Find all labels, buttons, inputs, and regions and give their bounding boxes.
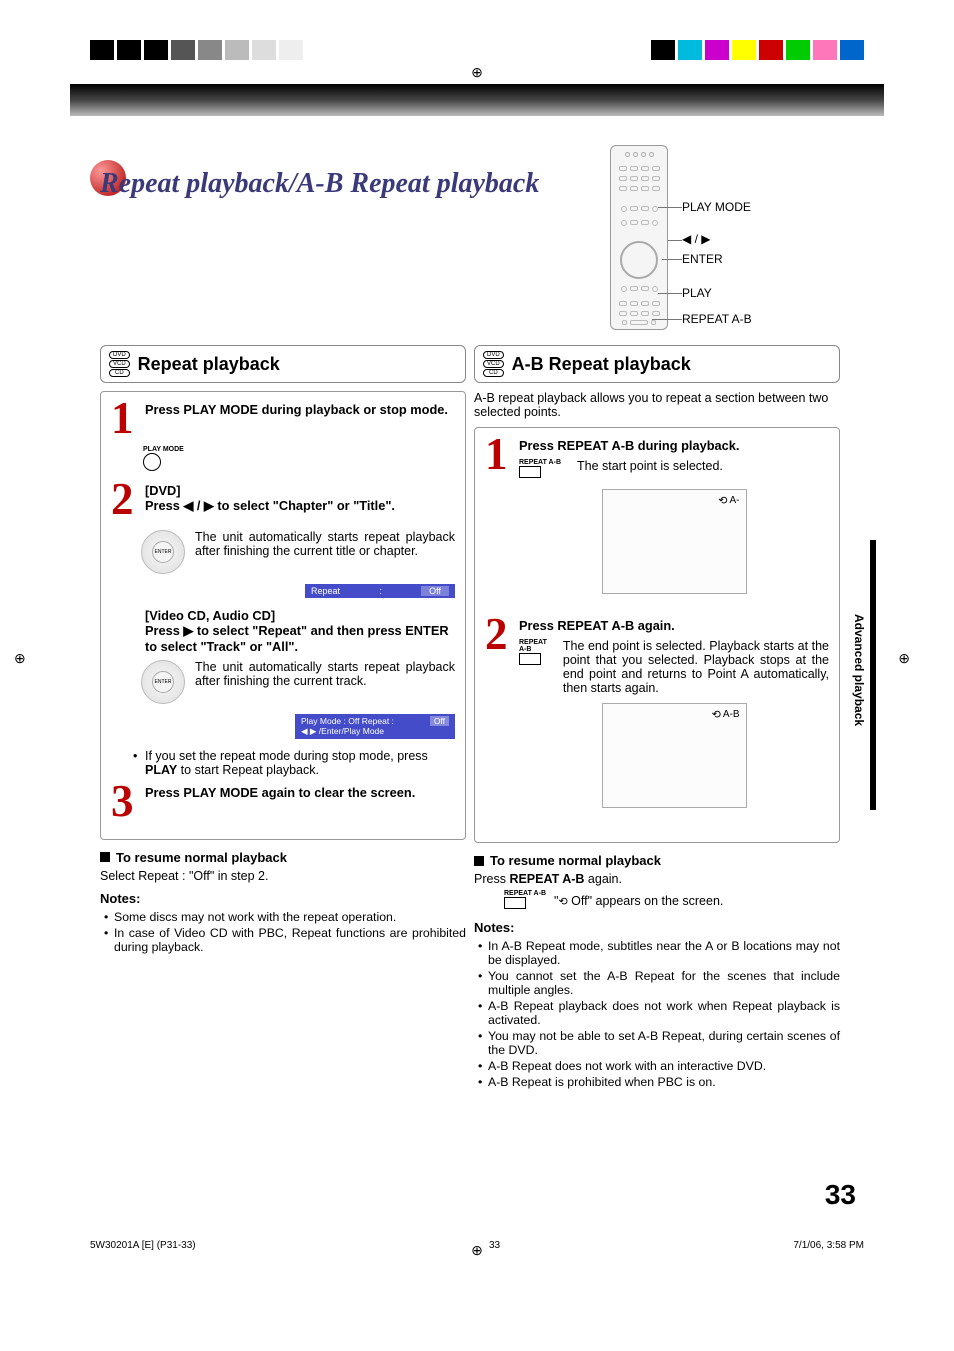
crop-mark-icon: ⊕ <box>898 650 910 667</box>
registration-mark-icon: ⊕ <box>471 64 483 81</box>
step-number-1: 1 <box>485 438 513 472</box>
media-badge: DVDVCDCD <box>109 351 130 377</box>
step-number-1: 1 <box>111 402 139 436</box>
remote-label-play: PLAY <box>682 287 712 299</box>
repeat-ab-icon-label: REPEAT A-B <box>519 459 561 466</box>
ab-notes-list: In A-B Repeat mode, subtitles near the A… <box>474 939 840 1089</box>
dvd-label: [DVD] <box>145 483 181 498</box>
side-tab-bar <box>870 540 876 810</box>
crop-mark-icon: ⊕ <box>14 650 26 667</box>
osd-repeat-off: Repeat : Off <box>305 584 455 598</box>
header-gradient <box>70 84 884 116</box>
playmode-button-icon <box>143 453 161 471</box>
step-number-3: 3 <box>111 785 139 819</box>
remote-label-arrows: ◀ / ▶ <box>682 233 710 245</box>
osd-playmode-repeat: Play Mode : Off Repeat :Off ◀ ▶ /Enter/P… <box>295 714 455 739</box>
side-tab: Advanced playback <box>848 600 866 740</box>
screen-preview-ab: ⟲A-B <box>602 703 747 808</box>
repeat-ab-icon-label: REPEAT A-B <box>504 890 546 897</box>
footer-page: 33 <box>489 1240 500 1251</box>
repeat-ab-button-icon <box>519 653 541 665</box>
square-bullet-icon <box>474 856 484 866</box>
notes-list: Some discs may not work with the repeat … <box>100 910 466 954</box>
off-message: "⟲ Off" appears on the screen. <box>554 894 723 908</box>
dpad-icon <box>141 660 185 704</box>
ab-repeat-section: DVDVCDCD A-B Repeat playback A-B repeat … <box>474 345 840 1091</box>
dpad-icon <box>141 530 185 574</box>
repeat-ab-icon-label: REPEAT A-B <box>519 639 547 653</box>
remote-label-repeatab: REPEAT A-B <box>682 313 752 325</box>
ab-resume-body: Press REPEAT A-B again. <box>474 872 840 886</box>
ab-resume-heading: To resume normal playback <box>490 853 661 868</box>
loop-icon: ⟲ <box>558 896 567 908</box>
ab-step1-title: Press REPEAT A-B during playback. <box>519 438 829 453</box>
repeat-playback-section: DVDVCDCD Repeat playback 1 Press PLAY MO… <box>100 345 466 1091</box>
section-title: Repeat playback <box>138 354 280 375</box>
ab-step2-title: Press REPEAT A-B again. <box>519 618 829 633</box>
step2-cd-desc: The unit automatically starts repeat pla… <box>195 660 455 688</box>
footer-date: 7/1/06, 3:58 PM <box>793 1240 864 1251</box>
resume-body: Select Repeat : "Off" in step 2. <box>100 869 466 883</box>
ab-intro: A-B repeat playback allows you to repeat… <box>474 391 840 419</box>
remote-label-playmode: PLAY MODE <box>682 201 751 213</box>
cd-label: [Video CD, Audio CD] <box>145 608 275 623</box>
step2-dvd-desc: The unit automatically starts repeat pla… <box>195 530 455 558</box>
step-number-2: 2 <box>111 483 139 517</box>
notes-title: Notes: <box>474 920 840 935</box>
ab-step2-desc: The end point is selected. Playback star… <box>563 639 829 695</box>
section-title: A-B Repeat playback <box>512 354 691 375</box>
remote-label-enter: ENTER <box>682 253 723 265</box>
notes-title: Notes: <box>100 891 466 906</box>
repeat-ab-button-icon <box>519 466 541 478</box>
step2-cd-instruction: Press ▶ to select "Repeat" and then pres… <box>145 623 455 654</box>
step2-dvd-instruction: Press ◀ / ▶ to select "Chapter" or "Titl… <box>145 498 455 514</box>
stop-mode-note: If you set the repeat mode during stop m… <box>133 749 455 777</box>
media-badge: DVDVCDCD <box>483 351 504 377</box>
square-bullet-icon <box>100 852 110 862</box>
remote-illustration: PLAY MODE ◀ / ▶ ENTER PLAY REPEAT A-B <box>610 145 830 335</box>
loop-icon: ⟲ <box>712 708 721 721</box>
screen-preview-a: ⟲A- <box>602 489 747 594</box>
resume-heading: To resume normal playback <box>116 850 287 865</box>
ab-step1-desc: The start point is selected. <box>577 459 723 473</box>
page-title: Repeat playback/A-B Repeat playback <box>100 168 539 200</box>
page-number: 33 <box>825 1179 856 1211</box>
step-number-2: 2 <box>485 618 513 652</box>
playmode-icon-label: PLAY MODE <box>143 446 455 453</box>
step1-title: Press PLAY MODE during playback or stop … <box>145 402 455 417</box>
loop-icon: ⟲ <box>718 494 727 507</box>
footer-doc-id: 5W30201A [E] (P31-33) <box>90 1240 196 1251</box>
repeat-ab-button-icon <box>504 897 526 909</box>
registration-mark-icon: ⊕ <box>471 1242 483 1259</box>
step3-title: Press PLAY MODE again to clear the scree… <box>145 785 455 800</box>
